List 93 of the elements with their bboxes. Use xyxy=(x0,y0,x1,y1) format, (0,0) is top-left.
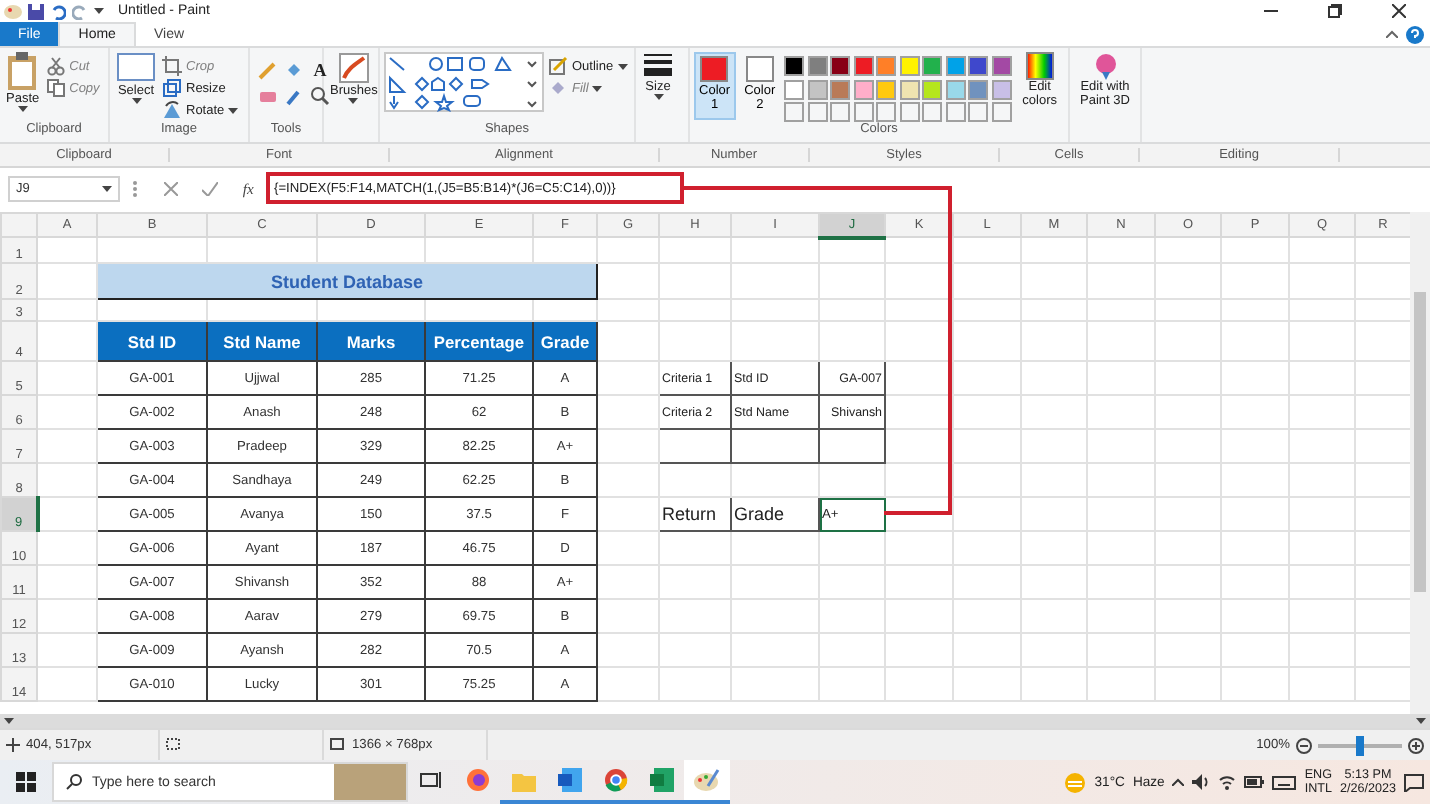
browser-app-icon[interactable] xyxy=(603,768,627,792)
collapse-ribbon-icon[interactable] xyxy=(1386,30,1398,38)
search-icon xyxy=(66,774,82,790)
save-icon[interactable] xyxy=(28,3,44,19)
close-icon xyxy=(1391,4,1405,18)
column-header-cell: Std Name xyxy=(207,321,317,361)
palette-swatch[interactable] xyxy=(830,79,851,99)
speaker-icon[interactable] xyxy=(1192,774,1211,790)
battery-icon[interactable] xyxy=(1244,776,1265,788)
cancel-icon[interactable] xyxy=(163,181,178,195)
palette-swatch[interactable] xyxy=(853,79,874,99)
check-icon[interactable] xyxy=(201,181,218,195)
zoom-in-icon[interactable] xyxy=(1408,737,1424,753)
palette-swatch[interactable] xyxy=(784,56,805,76)
magnifier-icon[interactable] xyxy=(310,86,330,106)
pencil-outline-icon xyxy=(548,56,568,76)
color-picker-icon[interactable] xyxy=(284,86,304,106)
criteria-cell xyxy=(731,429,819,463)
palette-swatch[interactable] xyxy=(945,79,966,99)
paint-app-icon xyxy=(4,2,22,20)
zoom-out-icon[interactable] xyxy=(1296,737,1312,753)
caret-up-icon[interactable] xyxy=(1172,778,1185,786)
sheet-title: Student Database xyxy=(97,263,597,299)
caret-icon xyxy=(617,63,628,69)
vertical-scrollbar[interactable] xyxy=(1410,212,1430,714)
minimize-icon xyxy=(1263,10,1277,12)
resize-icon xyxy=(162,78,182,98)
palette-swatch[interactable] xyxy=(784,79,805,99)
caret-icon xyxy=(653,94,663,101)
text-tool-icon[interactable]: A xyxy=(310,60,330,80)
canvas-size-icon xyxy=(330,738,346,752)
color-spectrum-icon xyxy=(1025,52,1054,80)
caret-icon xyxy=(94,8,104,14)
spreadsheet-app-icon[interactable] xyxy=(649,768,673,792)
crosshair-icon xyxy=(6,738,20,752)
caret-icon xyxy=(592,85,603,91)
caret-icon xyxy=(131,98,141,105)
photo-placeholder xyxy=(334,764,406,800)
palette-swatch[interactable] xyxy=(830,56,851,76)
fox-globe-icon[interactable] xyxy=(465,768,489,792)
column-header-cell: Grade xyxy=(533,321,597,361)
undo-icon[interactable] xyxy=(50,3,66,19)
palette-swatch[interactable] xyxy=(899,79,920,99)
caret-icon xyxy=(348,98,359,105)
palette-swatch[interactable] xyxy=(922,79,943,99)
palette-swatch[interactable] xyxy=(876,56,897,76)
result-cell: Grade xyxy=(731,497,819,531)
pencil-icon[interactable] xyxy=(258,60,278,80)
line-widths-icon xyxy=(642,52,674,80)
dots-icon xyxy=(132,179,139,197)
fill-icon xyxy=(548,78,568,98)
eraser-icon[interactable] xyxy=(258,86,278,106)
palette-swatch[interactable] xyxy=(968,56,989,76)
column-header-cell: Marks xyxy=(317,321,425,361)
caret-icon xyxy=(4,718,14,724)
palette-swatch[interactable] xyxy=(945,56,966,76)
palette-swatch[interactable] xyxy=(968,79,989,99)
notification-icon[interactable] xyxy=(1404,773,1424,791)
criteria-cell xyxy=(819,429,885,463)
scissors-icon xyxy=(45,56,66,76)
caret-icon xyxy=(102,185,112,191)
redo-icon[interactable] xyxy=(72,3,88,19)
column-header-cell: Std ID xyxy=(97,321,207,361)
criteria-cell xyxy=(659,429,731,463)
document-app-icon[interactable] xyxy=(557,768,581,792)
selection-size-icon xyxy=(166,738,182,752)
caret-icon xyxy=(17,106,28,113)
column-header-cell: Percentage xyxy=(425,321,533,361)
caret-icon xyxy=(228,107,239,113)
rotate-icon xyxy=(162,100,182,120)
sun-haze-icon xyxy=(1064,771,1087,793)
palette-swatch[interactable] xyxy=(807,79,828,99)
copy-icon xyxy=(45,78,66,98)
palette-swatch[interactable] xyxy=(991,79,1012,99)
windows-logo-icon[interactable] xyxy=(16,772,36,792)
paint-drop-icon xyxy=(1091,52,1119,80)
palette-swatch[interactable] xyxy=(853,56,874,76)
palette-swatch[interactable] xyxy=(991,56,1012,76)
task-view-icon[interactable] xyxy=(420,770,442,790)
palette-swatch[interactable] xyxy=(807,56,828,76)
crop-icon xyxy=(162,56,182,76)
caret-icon xyxy=(1416,718,1426,724)
horizontal-scrollbar[interactable] xyxy=(0,714,1430,728)
palette-swatch[interactable] xyxy=(876,79,897,99)
zoom-slider-thumb[interactable] xyxy=(1356,735,1364,755)
keyboard-icon[interactable] xyxy=(1272,775,1297,789)
palette-swatch[interactable] xyxy=(899,56,920,76)
palette-swatch[interactable] xyxy=(922,56,943,76)
wifi-icon[interactable] xyxy=(1218,774,1237,790)
result-cell: Return xyxy=(659,497,731,531)
help-icon[interactable] xyxy=(1406,25,1424,43)
restore-icon xyxy=(1327,4,1341,18)
palette-app-icon[interactable] xyxy=(694,768,720,792)
